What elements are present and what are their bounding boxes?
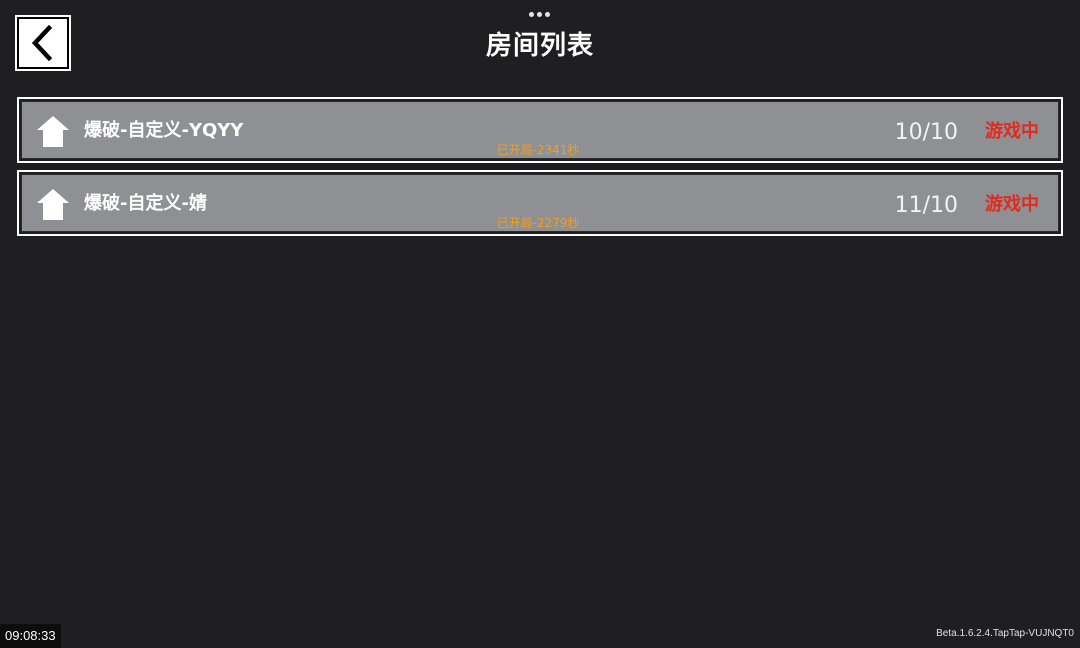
version-label: Beta.1.6.2.4.TapTap-VUJNQT0 xyxy=(936,628,1074,639)
room-name: 爆破-自定义-YQYY xyxy=(84,120,244,141)
more-dots-icon[interactable] xyxy=(529,12,550,17)
clock: 09:08:33 xyxy=(0,624,61,648)
page-title: 房间列表 xyxy=(485,31,594,61)
room-card: 爆破-自定义-婧 已开局-2279秒 11/10 游戏中 xyxy=(21,174,1059,232)
dot xyxy=(529,12,534,17)
room-status: 游戏中 xyxy=(985,194,1039,215)
room-card: 爆破-自定义-YQYY 已开局-2341秒 10/10 游戏中 xyxy=(21,101,1059,159)
room-item[interactable]: 爆破-自定义-婧 已开局-2279秒 11/10 游戏中 xyxy=(17,170,1063,236)
room-player-count: 11/10 xyxy=(894,193,958,218)
room-name: 爆破-自定义-婧 xyxy=(84,193,207,214)
room-item[interactable]: 爆破-自定义-YQYY 已开局-2341秒 10/10 游戏中 xyxy=(17,97,1063,163)
dot xyxy=(537,12,542,17)
room-list-screen: 房间列表 爆破-自定义-YQYY 已开局-2341秒 10/10 游戏中 爆破-… xyxy=(0,0,1080,648)
room-status: 游戏中 xyxy=(985,121,1039,142)
room-player-count: 10/10 xyxy=(894,120,958,145)
dot xyxy=(545,12,550,17)
room-list: 爆破-自定义-YQYY 已开局-2341秒 10/10 游戏中 爆破-自定义-婧… xyxy=(17,97,1063,243)
